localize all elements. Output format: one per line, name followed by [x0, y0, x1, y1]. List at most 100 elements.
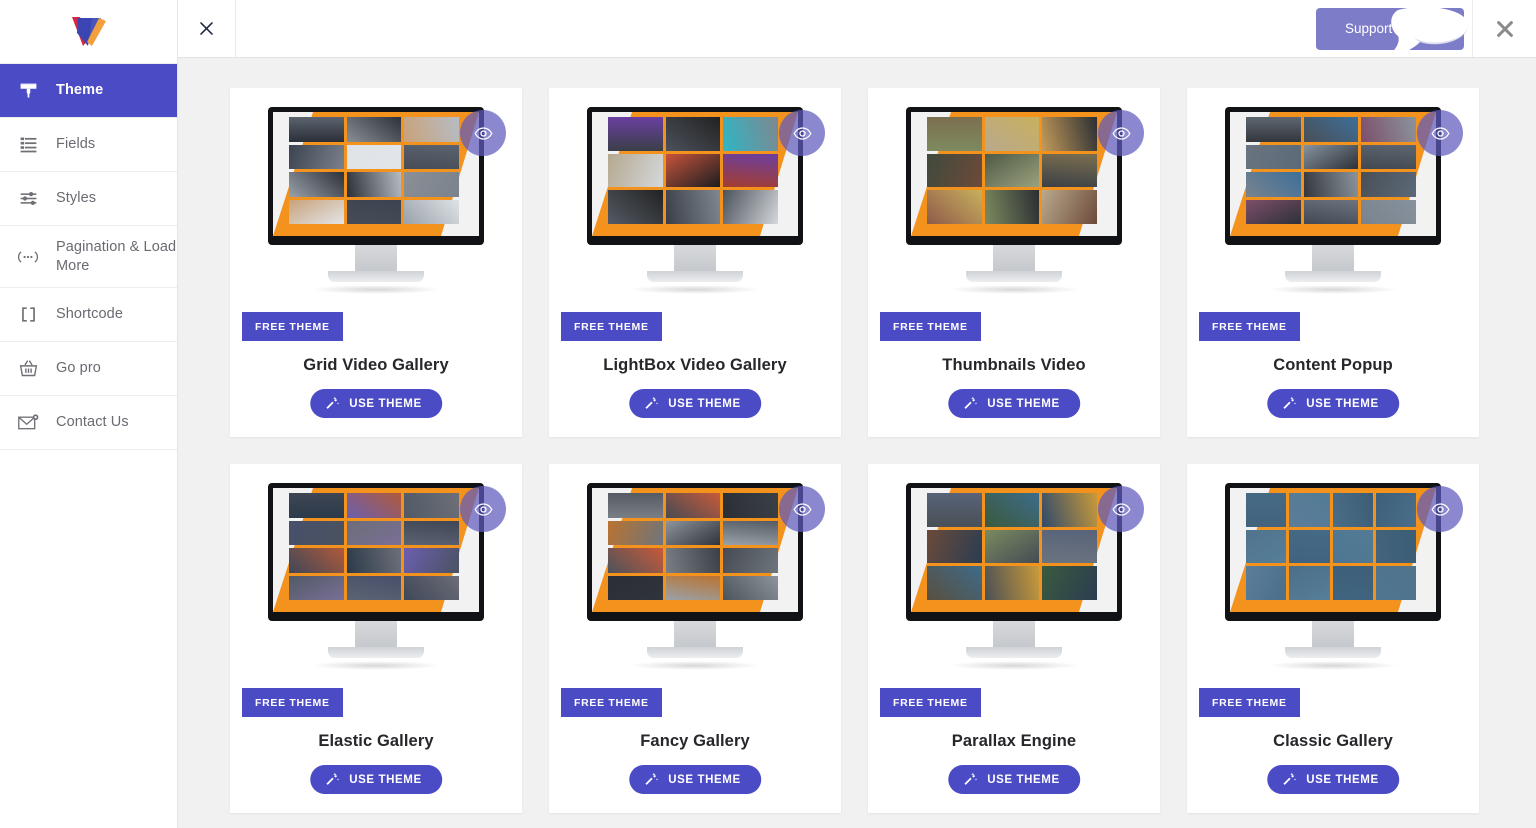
- preview-theme-button[interactable]: [779, 110, 825, 156]
- monitor-stand-base: [1285, 647, 1381, 658]
- sidebar: Theme Fields Styles Pagination & Load Mo…: [0, 0, 178, 828]
- use-theme-label: USE THEME: [349, 397, 422, 410]
- monitor-stand-base: [328, 647, 424, 658]
- preview-theme-button[interactable]: [1098, 486, 1144, 532]
- preview-theme-button[interactable]: [779, 486, 825, 532]
- screen-thumbnail: [1303, 172, 1359, 197]
- screen-thumbnail: [723, 190, 778, 224]
- screen-thumbnail: [289, 144, 344, 169]
- screen-thumbnail: [289, 493, 344, 518]
- screen-thumbnail: [346, 117, 402, 142]
- use-theme-button[interactable]: USE THEME: [948, 765, 1080, 794]
- theme-card[interactable]: FREE THEME Fancy Gallery USE THEME: [549, 464, 841, 813]
- screen-thumbnail: [927, 153, 982, 188]
- preview-theme-button[interactable]: [460, 486, 506, 532]
- monitor-bezel: [1225, 483, 1441, 621]
- use-theme-button[interactable]: USE THEME: [629, 389, 761, 418]
- use-theme-label: USE THEME: [987, 397, 1060, 410]
- preview-theme-button[interactable]: [1098, 110, 1144, 156]
- screen-thumbnail: [1361, 144, 1416, 169]
- screen-thumbnail: [608, 493, 663, 518]
- sidebar-item-styles[interactable]: Styles: [0, 172, 177, 226]
- use-theme-button[interactable]: USE THEME: [948, 389, 1080, 418]
- screen-thumbnail: [665, 575, 721, 600]
- theme-preview-thumbnail: [868, 88, 1160, 324]
- magic-wand-icon: [964, 396, 978, 409]
- screen-thumbnail: [404, 575, 459, 600]
- free-theme-badge: FREE THEME: [1199, 688, 1300, 717]
- monitor-mockup: [587, 107, 803, 294]
- screen-thumbnail: [346, 575, 402, 600]
- screen-thumbnail-grid: [608, 493, 778, 600]
- support-forum-button[interactable]: Support Forum: [1316, 7, 1469, 56]
- screen-thumbnail: [1042, 153, 1097, 188]
- monitor-mockup: [268, 107, 484, 294]
- theme-title: Classic Gallery: [1273, 732, 1393, 750]
- theme-card[interactable]: FREE THEME Thumbnails Video USE THEME: [868, 88, 1160, 437]
- screen-thumbnail: [404, 172, 459, 197]
- screen-thumbnail: [984, 493, 1040, 527]
- screen-thumbnail: [665, 117, 721, 151]
- modal-close-button[interactable]: [1472, 0, 1536, 57]
- sidebar-item-go-pro[interactable]: Go pro: [0, 342, 177, 396]
- sidebar-item-pagination-load-more[interactable]: Pagination & Load More: [0, 226, 177, 288]
- panel-close-button[interactable]: [178, 0, 236, 57]
- use-theme-button[interactable]: USE THEME: [629, 765, 761, 794]
- screen-thumbnail: [984, 190, 1040, 224]
- screen-thumbnail: [1332, 566, 1373, 600]
- monitor-mockup: [1225, 483, 1441, 670]
- theme-title: LightBox Video Gallery: [603, 356, 787, 374]
- screen-thumbnail: [404, 199, 459, 224]
- preview-theme-button[interactable]: [1417, 486, 1463, 532]
- theme-gallery-scroll-area[interactable]: FREE THEME Grid Video Gallery USE THEME: [178, 58, 1536, 828]
- monitor-screen: [592, 112, 798, 236]
- screen-thumbnail: [1289, 529, 1330, 564]
- theme-card[interactable]: FREE THEME Elastic Gallery USE THEME: [230, 464, 522, 813]
- screen-thumbnail: [927, 529, 982, 564]
- preview-theme-button[interactable]: [460, 110, 506, 156]
- screen-thumbnail: [1246, 172, 1301, 197]
- screen-thumbnail: [665, 548, 721, 573]
- sidebar-item-contact-us[interactable]: Contact Us: [0, 396, 177, 450]
- monitor-mockup: [906, 483, 1122, 670]
- use-theme-button[interactable]: USE THEME: [310, 389, 442, 418]
- close-x-icon: [200, 22, 213, 35]
- screen-thumbnail: [289, 199, 344, 224]
- preview-theme-button[interactable]: [1417, 110, 1463, 156]
- monitor-shadow: [629, 285, 761, 294]
- monitor-shadow: [1267, 661, 1399, 670]
- theme-card[interactable]: FREE THEME Classic Gallery USE THEME: [1187, 464, 1479, 813]
- screen-thumbnail: [1246, 493, 1287, 527]
- sidebar-item-label: Fields: [56, 136, 96, 153]
- app-logo: [0, 0, 177, 64]
- close-x-icon: [1496, 20, 1513, 37]
- monitor-screen: [1230, 488, 1436, 612]
- screen-thumbnail: [404, 117, 459, 142]
- theme-card[interactable]: FREE THEME Parallax Engine USE THEME: [868, 464, 1160, 813]
- use-theme-button[interactable]: USE THEME: [1267, 389, 1399, 418]
- paint-brush-icon: [0, 80, 56, 101]
- sidebar-item-shortcode[interactable]: Shortcode: [0, 288, 177, 342]
- use-theme-button[interactable]: USE THEME: [310, 765, 442, 794]
- use-theme-button[interactable]: USE THEME: [1267, 765, 1399, 794]
- monitor-mockup: [1225, 107, 1441, 294]
- theme-card[interactable]: FREE THEME Grid Video Gallery USE THEME: [230, 88, 522, 437]
- screen-thumbnail: [1303, 117, 1359, 142]
- screen-thumbnail: [1332, 493, 1373, 527]
- monitor-screen: [911, 112, 1117, 236]
- sidebar-item-theme[interactable]: Theme: [0, 64, 177, 118]
- theme-title: Grid Video Gallery: [303, 356, 449, 374]
- theme-card[interactable]: FREE THEME LightBox Video Gallery USE TH…: [549, 88, 841, 437]
- screen-thumbnail: [1042, 529, 1097, 564]
- theme-card[interactable]: FREE THEME Content Popup USE THEME: [1187, 88, 1479, 437]
- screen-thumbnail: [1246, 566, 1287, 600]
- magic-wand-icon: [326, 772, 340, 785]
- screen-thumbnail: [723, 493, 778, 518]
- sidebar-item-fields[interactable]: Fields: [0, 118, 177, 172]
- monitor-stand-base: [647, 647, 743, 658]
- screen-thumbnail: [1289, 493, 1330, 527]
- free-theme-badge: FREE THEME: [242, 312, 343, 341]
- monitor-bezel: [906, 107, 1122, 245]
- vertical-logo-icon: [71, 16, 106, 46]
- screen-thumbnail: [927, 493, 982, 527]
